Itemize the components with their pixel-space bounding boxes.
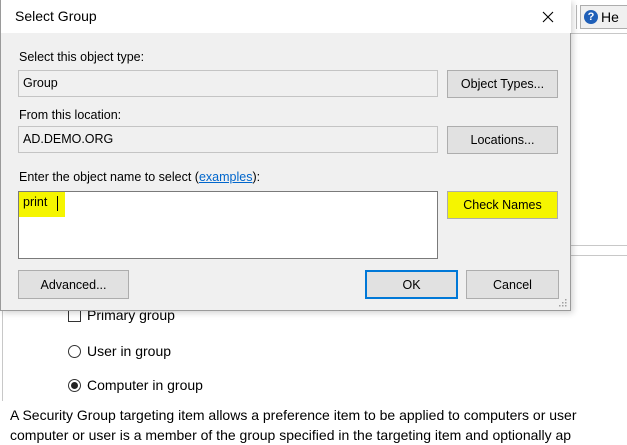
divider [2,311,3,401]
description-text: A Security Group targeting item allows a… [10,405,627,445]
select-group-dialog: Select Group Select this object type: Gr… [0,0,571,311]
divider [571,33,627,34]
text-cursor [57,196,58,211]
description-line-2: computer or user is a member of the grou… [10,427,572,443]
help-label: He [601,9,619,25]
object-name-input[interactable] [18,191,438,259]
locations-button[interactable]: Locations... [447,126,558,154]
object-name-label-suffix: ): [252,170,261,184]
help-button[interactable]: ? He [580,5,627,29]
object-name-label: Enter the object name to select (example… [19,170,260,184]
divider [571,255,627,256]
divider [571,245,627,246]
close-icon [542,11,554,22]
computer-in-group-radio[interactable] [68,378,81,392]
user-in-group-option[interactable]: User in group [68,343,171,359]
dialog-title: Select Group [15,8,97,24]
computer-in-group-option[interactable]: Computer in group [68,377,203,393]
object-type-field: Group [18,70,438,97]
examples-link[interactable]: examples [199,170,253,184]
toolbar-separator [576,5,577,29]
object-name-label-prefix: Enter the object name to select ( [19,170,199,184]
title-bar: Select Group [1,0,571,33]
resize-grip-icon[interactable] [557,297,567,307]
ok-button[interactable]: OK [365,270,458,299]
computer-in-group-label: Computer in group [87,377,203,393]
check-names-button[interactable]: Check Names [447,191,558,219]
description-line-1: A Security Group targeting item allows a… [10,407,577,423]
object-type-label: Select this object type: [19,50,145,64]
user-in-group-label: User in group [87,343,172,359]
location-label: From this location: [19,108,122,122]
user-in-group-radio[interactable] [68,344,81,358]
advanced-button[interactable]: Advanced... [18,270,129,299]
object-name-value: print [23,195,48,209]
cancel-button[interactable]: Cancel [466,270,559,299]
location-field: AD.DEMO.ORG [18,126,438,153]
close-button[interactable] [525,0,571,33]
help-icon: ? [584,10,598,24]
object-types-button[interactable]: Object Types... [447,70,558,98]
